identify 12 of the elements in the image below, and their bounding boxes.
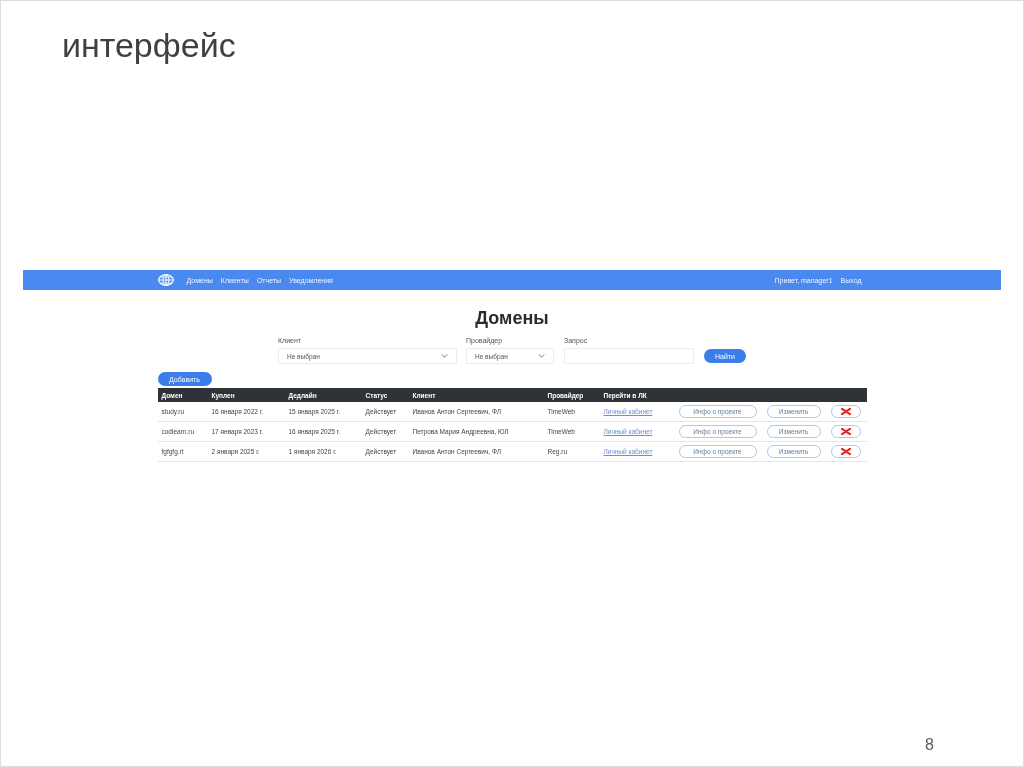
globe-icon[interactable] bbox=[157, 274, 174, 286]
cross-icon bbox=[840, 448, 851, 455]
cross-icon bbox=[840, 428, 851, 435]
chevron-down-icon bbox=[538, 354, 545, 358]
cross-icon bbox=[840, 408, 851, 415]
delete-button[interactable] bbox=[830, 405, 861, 418]
page-heading: Домены bbox=[475, 307, 549, 330]
delete-button[interactable] bbox=[830, 445, 861, 458]
page-number: 8 bbox=[925, 736, 934, 754]
slide-title: интерфейс bbox=[62, 25, 236, 65]
chevron-down-icon bbox=[441, 354, 448, 358]
delete-button[interactable] bbox=[830, 425, 861, 438]
